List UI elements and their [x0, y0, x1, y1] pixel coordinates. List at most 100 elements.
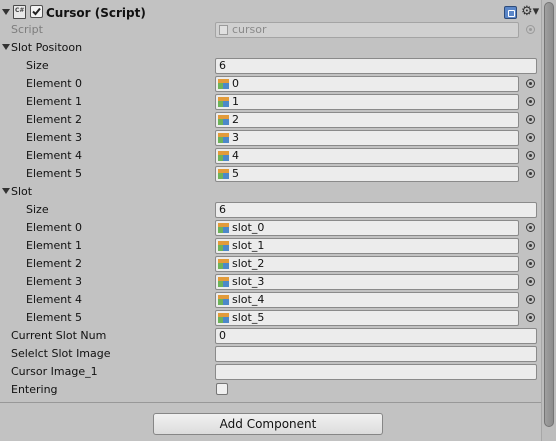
element-label: Element 0 [26, 221, 83, 234]
current-slot-num-row: Current Slot Num 0 [0, 327, 541, 345]
script-label: Script [11, 23, 43, 36]
component-title: Cursor (Script) [46, 6, 146, 20]
object-picker-icon[interactable] [526, 79, 535, 88]
element-label: Element 3 [26, 275, 83, 288]
gameobject-cube-icon [218, 169, 229, 179]
slot-element-row: Element 2 slot_2 [0, 255, 541, 273]
object-field-value: slot_0 [232, 221, 265, 234]
slot-size-input[interactable]: 6 [215, 202, 537, 218]
script-value: cursor [232, 23, 267, 36]
object-field-value: slot_1 [232, 239, 265, 252]
object-picker-icon[interactable] [526, 259, 535, 268]
slot-position-element-row: Element 0 0 [0, 75, 541, 93]
script-row: Script cursor [0, 21, 541, 39]
object-field[interactable]: slot_2 [215, 256, 519, 272]
script-icon [13, 5, 26, 19]
gameobject-cube-icon [218, 313, 229, 323]
object-field[interactable]: slot_3 [215, 274, 519, 290]
element-label: Element 2 [26, 113, 83, 126]
add-component-button[interactable]: Add Component [153, 413, 383, 435]
slot-element-row: Element 4 slot_4 [0, 291, 541, 309]
gameobject-cube-icon [218, 79, 229, 89]
object-field[interactable]: slot_4 [215, 292, 519, 308]
slot-size-row: Size 6 [0, 201, 541, 219]
fold-arrow-icon[interactable] [2, 9, 10, 15]
element-label: Element 5 [26, 167, 83, 180]
slot-position-size-input[interactable]: 6 [215, 58, 537, 74]
cursor-image-label: Cursor Image_1 [11, 365, 98, 378]
slot-position-element-row: Element 5 5 [0, 165, 541, 183]
object-picker-icon[interactable] [526, 277, 535, 286]
object-field[interactable]: 1 [215, 94, 519, 110]
element-label: Element 1 [26, 95, 83, 108]
element-label: Element 0 [26, 77, 83, 90]
cursor-image-input[interactable] [215, 364, 537, 380]
object-picker-icon[interactable] [526, 313, 535, 322]
object-picker-icon[interactable] [526, 151, 535, 160]
script-file-icon [219, 25, 228, 35]
object-field[interactable]: 3 [215, 130, 519, 146]
object-field[interactable]: 4 [215, 148, 519, 164]
object-field[interactable]: 0 [215, 76, 519, 92]
object-picker-icon[interactable] [526, 169, 535, 178]
slot-foldout[interactable]: Slot [0, 183, 541, 201]
object-field-value: slot_3 [232, 275, 265, 288]
element-label: Element 1 [26, 239, 83, 252]
element-label: Element 2 [26, 257, 83, 270]
object-field-value: slot_4 [232, 293, 265, 306]
help-book-icon[interactable] [504, 6, 517, 19]
gameobject-cube-icon [218, 259, 229, 269]
slot-position-element-row: Element 4 4 [0, 147, 541, 165]
divider [0, 402, 541, 403]
gear-icon[interactable]: ⚙▾ [521, 4, 539, 20]
gameobject-cube-icon [218, 133, 229, 143]
slot-element-row: Element 1 slot_1 [0, 237, 541, 255]
component-enabled-checkbox[interactable] [30, 5, 43, 18]
slot-position-element-row: Element 2 2 [0, 111, 541, 129]
foldout-arrow-icon[interactable] [2, 188, 10, 194]
object-picker-icon[interactable] [526, 97, 535, 106]
object-field[interactable]: slot_0 [215, 220, 519, 236]
gameobject-cube-icon [218, 97, 229, 107]
slot-element-row: Element 0 slot_0 [0, 219, 541, 237]
cursor-image-row: Cursor Image_1 [0, 363, 541, 381]
current-slot-num-label: Current Slot Num [11, 329, 107, 342]
script-field: cursor [215, 22, 519, 38]
slot-element-row: Element 5 slot_5 [0, 309, 541, 327]
gameobject-cube-icon [218, 295, 229, 305]
entering-label: Entering [11, 383, 58, 396]
entering-checkbox[interactable] [216, 383, 228, 395]
gameobject-cube-icon [218, 115, 229, 125]
gameobject-cube-icon [218, 223, 229, 233]
object-picker-icon[interactable] [526, 133, 535, 142]
foldout-arrow-icon[interactable] [2, 44, 10, 50]
entering-row: Entering [0, 381, 541, 399]
object-field-value: 3 [232, 131, 239, 144]
scrollbar-thumb[interactable] [544, 2, 554, 427]
element-label: Element 4 [26, 293, 83, 306]
size-label: Size [26, 203, 49, 216]
slot-position-label: Slot Positoon [11, 41, 83, 54]
current-slot-num-input[interactable]: 0 [215, 328, 537, 344]
gameobject-cube-icon [218, 151, 229, 161]
select-slot-image-input[interactable] [215, 346, 537, 362]
object-picker-icon[interactable] [526, 223, 535, 232]
select-slot-image-row: Selelct Slot Image [0, 345, 541, 363]
slot-position-foldout[interactable]: Slot Positoon [0, 39, 541, 57]
inspector-panel: Cursor (Script) ⚙▾ Script cursor Slot Po… [0, 0, 541, 441]
object-field[interactable]: 5 [215, 166, 519, 182]
object-picker-icon [526, 25, 535, 34]
object-field-value: slot_2 [232, 257, 265, 270]
object-field[interactable]: slot_1 [215, 238, 519, 254]
object-field[interactable]: slot_5 [215, 310, 519, 326]
slot-position-size-row: Size 6 [0, 57, 541, 75]
size-label: Size [26, 59, 49, 72]
object-picker-icon[interactable] [526, 115, 535, 124]
object-picker-icon[interactable] [526, 241, 535, 250]
object-field-value: 1 [232, 95, 239, 108]
object-picker-icon[interactable] [526, 295, 535, 304]
vertical-scrollbar[interactable] [541, 0, 556, 441]
element-label: Element 5 [26, 311, 83, 324]
object-field-value: 5 [232, 167, 239, 180]
object-field[interactable]: 2 [215, 112, 519, 128]
